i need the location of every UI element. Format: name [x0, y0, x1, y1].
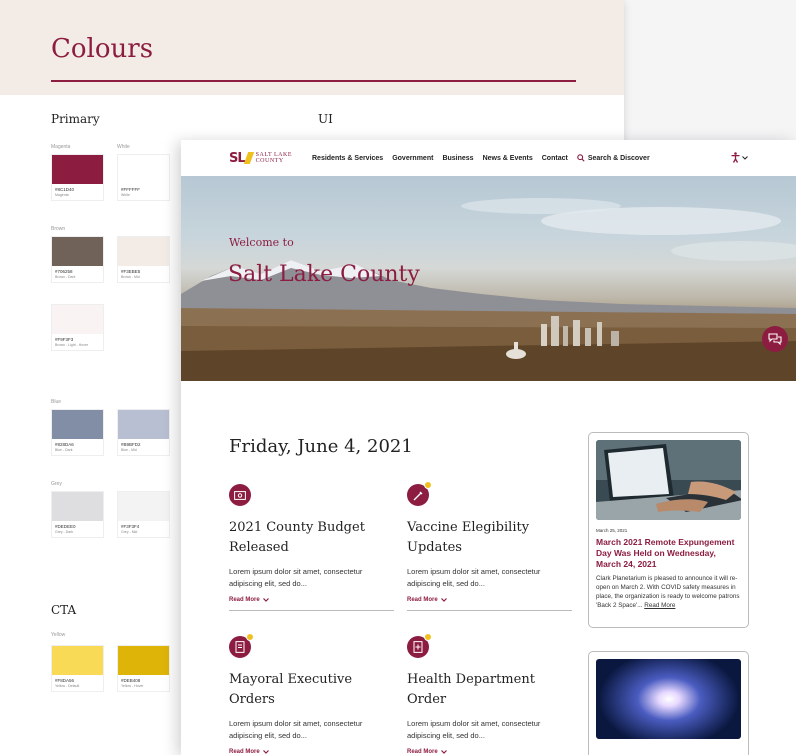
document-icon [229, 633, 254, 658]
card-title: Health Department Order [407, 672, 535, 707]
read-more-link[interactable]: Read More [229, 749, 394, 755]
swatch-brown-mid: #F3EBE5 Brown - Mid [117, 236, 170, 283]
card-title: Vaccine Elegibility Updates [407, 520, 530, 555]
swatch-yellow-hover: #DEB408 Yellow - Hover [117, 645, 170, 692]
card-body: Lorem ipsum dolor sit amet, consectetur … [407, 719, 541, 740]
accessibility-icon [731, 152, 740, 163]
read-more-link[interactable]: Read More [407, 749, 572, 755]
logo-text: SALT LAKE COUNTY [255, 152, 292, 164]
header-divider [51, 80, 576, 82]
chevron-down-icon [262, 750, 269, 754]
swatch-magenta: #8C1D40 Magenta [51, 154, 104, 201]
card-title: 2021 County Budget Released [229, 520, 365, 555]
group-blue: Blue [51, 399, 62, 405]
featured-news-card[interactable]: March 25, 2021 March 2021 Remote Expunge… [588, 432, 749, 628]
notification-dot [424, 633, 432, 641]
news-read-more-link[interactable]: Read More [644, 602, 675, 609]
nav-residents-services[interactable]: Residents & Services [312, 155, 383, 162]
swatch-brown-light: #F9F3F3 Brown - Light - Hover [51, 304, 104, 351]
swatch-grey-dark: #DEDEE0 Grey - Dark [51, 491, 104, 538]
galaxy-photo [596, 659, 741, 739]
swatch-grey-mid: #F3F3F4 Grey - Mid [117, 491, 170, 538]
swatch-white: #FFFFFF White [117, 154, 170, 201]
search-discover-link[interactable]: Search & Discover [577, 154, 650, 162]
search-label: Search & Discover [587, 154, 650, 162]
chevron-down-icon [440, 598, 447, 602]
logo-bolt [243, 152, 254, 164]
chevron-down-icon [742, 155, 748, 160]
notification-dot [246, 633, 254, 641]
syringe-icon [407, 481, 432, 506]
website-mockup: SL SALT LAKE COUNTY Residents & Services … [181, 140, 796, 755]
county-logo[interactable]: SL SALT LAKE COUNTY [229, 151, 292, 166]
news-card-budget: 2021 County Budget Released Lorem ipsum … [229, 484, 394, 611]
notification-dot [424, 481, 432, 489]
nav-business[interactable]: Business [442, 155, 473, 162]
group-grey: Grey [51, 481, 62, 487]
swatch-brown-dark: #706258 Brown - Dark [51, 236, 104, 283]
swatch-blue-mid: #B9BFD2 Blue - Mid [117, 409, 170, 456]
logo-mark: SL [229, 150, 246, 166]
hero-banner: Welcome to Salt Lake County [181, 176, 796, 381]
swatch-blue-dark: #828DA6 Blue - Dark [51, 409, 104, 456]
chat-button[interactable] [762, 326, 788, 352]
nav-contact[interactable]: Contact [542, 155, 568, 162]
group-white: White [117, 144, 130, 150]
section-primary: Primary [51, 112, 100, 126]
group-brown: Brown [51, 226, 66, 232]
news-title[interactable]: March 2021 Remote Expungement Day Was He… [596, 537, 741, 570]
news-body: Clark Planetarium is pleased to announce… [596, 575, 740, 609]
laptop-photo [596, 440, 741, 520]
budget-icon [229, 484, 251, 506]
featured-news-card-2[interactable] [588, 651, 749, 755]
medical-icon [407, 633, 432, 658]
chevron-down-icon [440, 750, 447, 754]
nav-news-events[interactable]: News & Events [483, 155, 533, 162]
card-body: Lorem ipsum dolor sit amet, consectetur … [229, 567, 363, 588]
news-card-executive-orders: Mayoral Executive Orders Lorem ipsum dol… [229, 633, 394, 755]
hero-title: Salt Lake County [228, 262, 420, 287]
top-nav: SL SALT LAKE COUNTY Residents & Services … [181, 140, 796, 176]
group-yellow: Yellow [51, 632, 66, 638]
read-more-link[interactable]: Read More [229, 597, 394, 603]
card-divider [407, 610, 572, 611]
card-divider [229, 610, 394, 611]
card-title: Mayoral Executive Orders [229, 672, 353, 707]
group-magenta: Magenta [51, 144, 71, 150]
chat-icon [768, 333, 782, 345]
hero-welcome: Welcome to [229, 236, 294, 249]
card-body: Lorem ipsum dolor sit amet, consectetur … [229, 719, 363, 740]
news-card-health: Health Department Order Lorem ipsum dolo… [407, 633, 572, 755]
read-more-link[interactable]: Read More [407, 597, 572, 603]
page-title: Colours [51, 34, 154, 64]
chevron-down-icon [262, 598, 269, 602]
sheet-header: Colours [0, 0, 624, 95]
date-heading: Friday, June 4, 2021 [229, 436, 413, 457]
nav-government[interactable]: Government [392, 155, 433, 162]
accessibility-menu[interactable] [731, 152, 748, 163]
section-ui: UI [318, 112, 333, 126]
news-date: March 25, 2021 [596, 528, 628, 533]
swatch-yellow-default: #F8DA56 Yellow - Default [51, 645, 104, 692]
news-card-vaccine: Vaccine Elegibility Updates Lorem ipsum … [407, 481, 572, 611]
section-cta: CTA [51, 603, 77, 617]
search-icon [577, 154, 585, 162]
card-body: Lorem ipsum dolor sit amet, consectetur … [407, 567, 541, 588]
